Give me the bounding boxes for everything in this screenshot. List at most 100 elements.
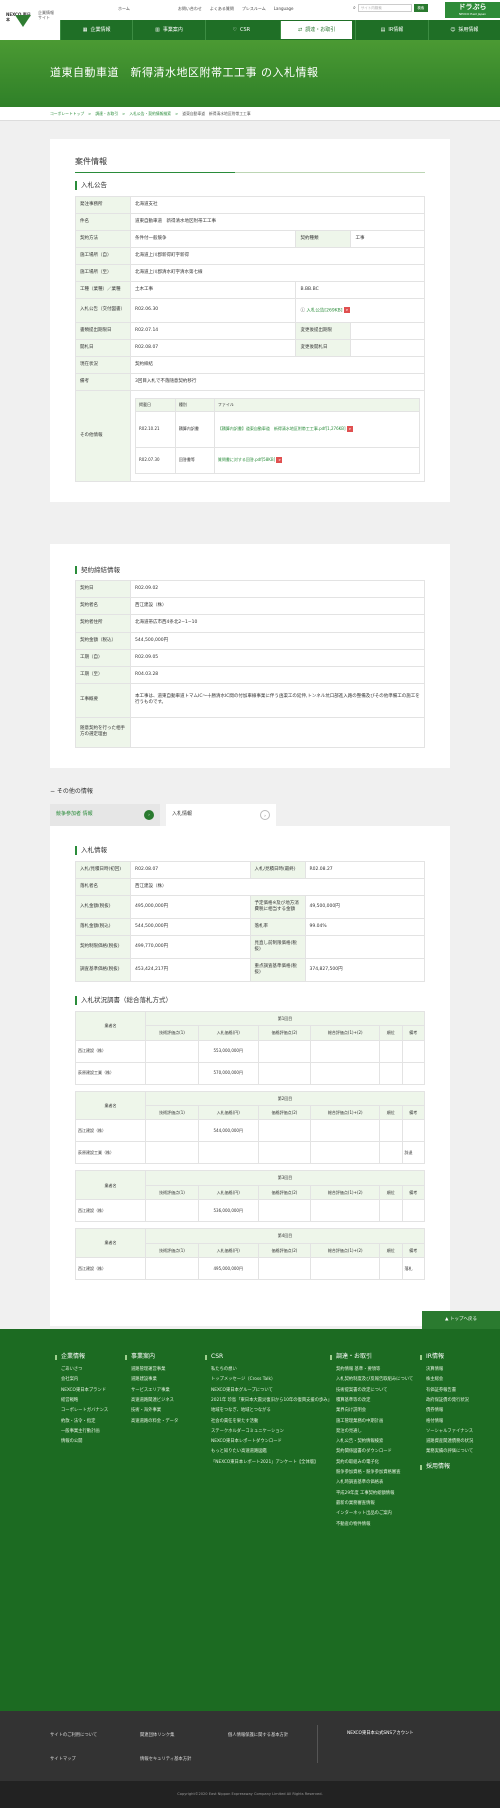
- footer-link[interactable]: 2021年 珍島「東日本大震災復旧から10年の復興支援の歩み」: [211, 1398, 332, 1404]
- footer-link[interactable]: 道路管理運営事業: [131, 1367, 205, 1373]
- footer-link[interactable]: 業務実績の評価について: [426, 1449, 480, 1455]
- footer-link[interactable]: 積算基準等の改定: [336, 1398, 420, 1404]
- footer-link[interactable]: 会社案内: [61, 1377, 125, 1383]
- footer-link[interactable]: 一般事業主行動計画: [61, 1429, 125, 1435]
- footer-link[interactable]: 経営戦略: [61, 1398, 125, 1404]
- footer-link[interactable]: ごあいさつ: [61, 1367, 125, 1373]
- footer-link[interactable]: 私たちの想い: [211, 1367, 330, 1373]
- footer-link[interactable]: コーポレートガバナンス: [61, 1408, 125, 1414]
- footer-heading[interactable]: 採用情報: [420, 1463, 480, 1471]
- footer-link[interactable]: NEXCO東日本ブランド: [61, 1388, 125, 1394]
- footer-link[interactable]: 高速道路関連ビジネス: [131, 1398, 205, 1404]
- gnav-procurement[interactable]: ⇄ 調達・お取引: [279, 21, 353, 39]
- notice-pdf-link[interactable]: 入札公告[269KB]: [306, 308, 342, 313]
- footer-link[interactable]: 有価証券報告書: [426, 1388, 480, 1394]
- footer-link[interactable]: 技術提案書の改定について: [336, 1388, 420, 1394]
- bid-round-table: 業者名 第1回目 技術評価点(1) 入札価格(円) 価格評価点(2) 総合評価点(1)+(…: [75, 1010, 425, 1085]
- footer-link[interactable]: 「NEXCO東日本レポート2021」アンケート【全体版】: [211, 1460, 330, 1466]
- footer-link[interactable]: 地域をつなぎ、地域とつながる: [211, 1408, 330, 1414]
- estimate-pdf-link[interactable]: 【積算内訳書】道東自動車道 新得清水地区附帯工工事.pdf[1,276KB]: [218, 426, 346, 431]
- footer-link[interactable]: 格付情報: [426, 1419, 480, 1425]
- footer-link[interactable]: 株主総会: [426, 1377, 480, 1383]
- footer-heading[interactable]: 調達・お取引: [330, 1353, 420, 1361]
- gnav-csr[interactable]: ♡ CSR: [204, 20, 277, 40]
- heart-icon: ♡: [232, 26, 237, 33]
- footer-heading[interactable]: 事業案内: [125, 1353, 205, 1361]
- util-press-link[interactable]: プレスルーム: [242, 6, 266, 11]
- footer-heading[interactable]: 企業情報: [55, 1353, 125, 1361]
- pdf-icon: P: [343, 306, 350, 313]
- footer-link[interactable]: NEXCO東日本レポートダウンロード: [211, 1439, 330, 1445]
- chevron-right-icon: ›: [260, 809, 270, 820]
- footer-link[interactable]: 情報セキュリティ基本方針: [140, 1757, 191, 1763]
- util-contact-link[interactable]: お問い合わせ: [178, 6, 202, 11]
- site-logo[interactable]: NEXCO 東日本: [0, 0, 38, 40]
- gnav-business[interactable]: ▥ 事業案内: [132, 20, 204, 40]
- footer-heading[interactable]: CSR: [205, 1353, 330, 1361]
- footer-link[interactable]: 競争参加資格・競争参加資格審査: [336, 1470, 420, 1476]
- chart-icon: ▤: [380, 26, 386, 33]
- footer-link[interactable]: 道路建設事業: [131, 1377, 205, 1383]
- header: NEXCO 東日本 企業情報 サイト ホーム お問い合わせ よくある質問 プレス…: [0, 0, 500, 40]
- divider: [317, 1725, 318, 1763]
- breadcrumb-item[interactable]: コーポレートトップ: [50, 111, 84, 116]
- footer-link[interactable]: 契約関係図書のダウンロード: [336, 1449, 420, 1455]
- footer-link[interactable]: インターネット出品のご案内: [336, 1511, 420, 1517]
- bid-notice-table: 発注事務所 北海道支社 件名 道東自動車道 新得清水地区附帯工工事 契約方法 条件付一…: [75, 195, 425, 482]
- footer-link[interactable]: 入札契約制度及び反報告取組みについて: [336, 1377, 420, 1383]
- footer-link[interactable]: 技術・海外事業: [131, 1408, 205, 1414]
- util-language-link[interactable]: Language: [274, 6, 294, 11]
- breadcrumb-current: 道東自動車道 新得清水地区附帯工工事: [182, 110, 251, 116]
- footer-link[interactable]: サービスエリア事業: [131, 1388, 205, 1394]
- gnav-corporate[interactable]: ▦ 企業情報: [60, 20, 132, 40]
- footer-link[interactable]: 情報の公開: [61, 1439, 125, 1445]
- global-nav: ▦ 企業情報 ▥ 事業案内 ♡ CSR ⇄ 調達・お取引 ▤ IR情報 ☺ 採用情報: [60, 20, 500, 40]
- footer-link[interactable]: 関連団体リンク集: [140, 1733, 174, 1739]
- footer-link[interactable]: 最新の業務審査情報: [336, 1501, 420, 1507]
- tab-competitors[interactable]: 競争参加者 情報 ›: [50, 803, 160, 826]
- bid-info-panel: 入札情報 入札/見積日時(初回) R02.08.07 入札/見積日時(最終) R02.…: [50, 825, 450, 1327]
- footer-link[interactable]: NEXCO東日本グループについて: [211, 1388, 330, 1394]
- breadcrumb-item[interactable]: 入札公告・契約情報検索: [129, 111, 171, 116]
- footer-link[interactable]: 債券情報: [426, 1408, 480, 1414]
- bid-round-table: 業者名 第3回目 技術評価点(1) 入札価格(円) 価格評価点(2) 総合評価点(1)+(…: [75, 1170, 425, 1223]
- tab-bid-info[interactable]: 入札情報 ›: [166, 803, 276, 826]
- footer-link[interactable]: ステークホルダーコミュニケーション: [211, 1429, 330, 1435]
- breadcrumb-item[interactable]: 調達・お取引: [95, 111, 118, 116]
- dorapura-banner[interactable]: ドラぷら NEXCO East Japan: [445, 2, 500, 18]
- page-title: 道東自動車道 新得清水地区附帯工工事 の入札情報: [50, 66, 319, 80]
- page-hero: 道東自動車道 新得清水地区附帯工工事 の入札情報: [0, 40, 500, 107]
- footer-heading[interactable]: IR情報: [420, 1353, 480, 1361]
- footer-link[interactable]: 契約の取組みの電子化: [336, 1460, 420, 1466]
- footer-link[interactable]: 高速道路の料金・データ: [131, 1419, 205, 1425]
- footer-link[interactable]: 社会の責任を果たす活動: [211, 1419, 330, 1425]
- footer-link[interactable]: もっと知りたい高速道路図鑑: [211, 1449, 330, 1455]
- footer-link[interactable]: 入札時調査基準の価格表: [336, 1480, 420, 1486]
- footer-link[interactable]: 施工管理業務の中期計画: [336, 1419, 420, 1425]
- search-input[interactable]: サイト内検索: [357, 4, 412, 12]
- footer-link[interactable]: 約款・法令・指定: [61, 1419, 125, 1425]
- gnav-recruit[interactable]: ☺ 採用情報: [427, 20, 500, 40]
- home-link[interactable]: ホーム: [118, 6, 130, 11]
- footer-link[interactable]: 道路資産関連債務の状況: [426, 1439, 480, 1445]
- gnav-ir[interactable]: ▤ IR情報: [355, 20, 427, 40]
- footer-link[interactable]: 不動産の物件情報: [336, 1522, 420, 1528]
- footer-link[interactable]: 決算情報: [426, 1367, 480, 1373]
- footer-link[interactable]: サイトのご利用について: [50, 1733, 97, 1739]
- footer-link[interactable]: サイトマップ: [50, 1757, 76, 1763]
- footer-link[interactable]: 契約情報 基準・要領等: [336, 1367, 420, 1373]
- footer-link[interactable]: トップメッセージ（Cross Talk）: [211, 1377, 330, 1383]
- search-button[interactable]: 検索: [413, 4, 428, 12]
- util-faq-link[interactable]: よくある質問: [210, 6, 234, 11]
- back-to-top-button[interactable]: ▲ トップへ戻る: [422, 1311, 500, 1329]
- footer-link[interactable]: 業界向け説明会: [336, 1408, 420, 1414]
- footer-link[interactable]: 入札公告・契約情報検索: [336, 1439, 420, 1445]
- footer-link[interactable]: ソーシャルファイナンス: [426, 1429, 480, 1435]
- case-info-section: 案件情報 入札公告 発注事務所 北海道支社 件名 道東自動車道 新得清水地区附帯工工…: [50, 139, 450, 502]
- footer-link[interactable]: 発注の見通し: [336, 1429, 420, 1435]
- sns-link[interactable]: NEXCO東日本公式SNSアカウント: [347, 1731, 414, 1737]
- footer-link[interactable]: 政府保証債の発行状況: [426, 1398, 480, 1404]
- footer-link[interactable]: 平成29年度 工事契約総額情報: [336, 1491, 420, 1497]
- answer-pdf-link[interactable]: 質問書に対する回答.pdf[58KB]: [218, 457, 275, 462]
- footer-link[interactable]: 個人情報保護に関する基本方針: [228, 1733, 288, 1739]
